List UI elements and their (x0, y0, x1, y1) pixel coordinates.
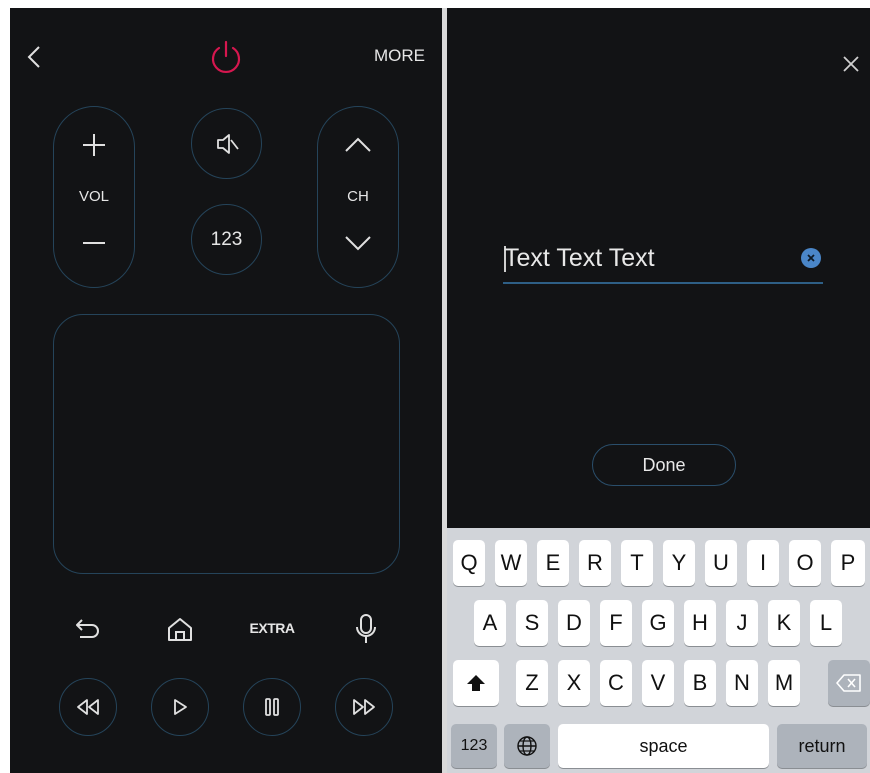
chevron-down-icon (345, 236, 371, 251)
numpad-button[interactable]: 123 (191, 204, 262, 275)
mute-icon (216, 133, 239, 154)
touchpad[interactable] (53, 314, 400, 574)
key-o[interactable]: O (789, 540, 821, 586)
space-key[interactable]: space (558, 724, 769, 768)
key-k[interactable]: K (768, 600, 800, 646)
fast-forward-button[interactable] (335, 678, 393, 736)
text-input-value: Text Text Text (504, 244, 655, 272)
chevron-left-icon (27, 46, 40, 68)
remote-panel: MORE VOL 123 CH EXTRA (10, 8, 442, 773)
key-e[interactable]: E (537, 540, 569, 586)
key-b[interactable]: B (684, 660, 716, 706)
channel-down-button[interactable] (328, 223, 388, 263)
rewind-icon (77, 699, 99, 715)
text-input[interactable]: Text Text Text (503, 234, 823, 284)
power-button[interactable] (206, 38, 246, 78)
key-m[interactable]: M (768, 660, 800, 706)
key-f[interactable]: F (600, 600, 632, 646)
key-q[interactable]: Q (453, 540, 485, 586)
extra-button[interactable]: EXTRA (242, 617, 302, 639)
pause-icon (265, 698, 279, 716)
key-z[interactable]: Z (516, 660, 548, 706)
key-l[interactable]: L (810, 600, 842, 646)
key-p[interactable]: P (831, 540, 865, 586)
key-r[interactable]: R (579, 540, 611, 586)
home-button[interactable] (162, 611, 198, 647)
clear-button[interactable] (801, 248, 821, 268)
backspace-icon (836, 674, 861, 692)
back-button[interactable] (20, 42, 48, 72)
globe-key[interactable] (504, 724, 550, 768)
volume-down-button[interactable] (64, 223, 124, 263)
key-u[interactable]: U (705, 540, 737, 586)
channel-label: CH (347, 187, 369, 205)
numbers-key[interactable]: 123 (451, 724, 497, 768)
mute-button[interactable] (191, 108, 262, 179)
shift-arrow-icon (467, 675, 485, 691)
home-icon (168, 618, 192, 641)
microphone-button[interactable] (348, 610, 384, 648)
key-v[interactable]: V (642, 660, 674, 706)
key-t[interactable]: T (621, 540, 653, 586)
key-n[interactable]: N (726, 660, 758, 706)
key-h[interactable]: H (684, 600, 716, 646)
clear-circle-icon (807, 254, 815, 262)
return-button[interactable] (70, 611, 106, 647)
volume-rocker: VOL (53, 106, 135, 288)
return-arrow-icon (76, 619, 99, 638)
microphone-icon (356, 614, 376, 643)
volume-label: VOL (78, 187, 109, 205)
done-button[interactable]: Done (592, 444, 736, 486)
power-icon (211, 40, 241, 73)
key-a[interactable]: A (474, 600, 506, 646)
key-j[interactable]: J (726, 600, 758, 646)
close-icon (843, 56, 859, 72)
channel-rocker: CH (317, 106, 399, 288)
plus-icon (83, 134, 105, 156)
minus-icon (83, 242, 105, 244)
close-button[interactable] (837, 50, 865, 78)
play-icon (174, 699, 187, 715)
backspace-key[interactable] (828, 660, 870, 706)
key-w[interactable]: W (495, 540, 527, 586)
play-button[interactable] (151, 678, 209, 736)
key-c[interactable]: C (600, 660, 632, 706)
more-button[interactable]: MORE (374, 46, 434, 68)
shift-key[interactable] (453, 660, 499, 706)
fast-forward-icon (353, 699, 375, 715)
globe-icon (517, 736, 537, 756)
onscreen-keyboard: Q W E R T Y U I O P A S D F G H J K L Z … (447, 528, 870, 773)
volume-up-button[interactable] (64, 125, 124, 165)
key-d[interactable]: D (558, 600, 590, 646)
chevron-up-icon (345, 137, 371, 152)
rewind-button[interactable] (59, 678, 117, 736)
key-x[interactable]: X (558, 660, 590, 706)
return-key[interactable]: return (777, 724, 867, 768)
key-i[interactable]: I (747, 540, 779, 586)
key-y[interactable]: Y (663, 540, 695, 586)
key-s[interactable]: S (516, 600, 548, 646)
channel-up-button[interactable] (328, 125, 388, 165)
key-g[interactable]: G (642, 600, 674, 646)
pause-button[interactable] (243, 678, 301, 736)
